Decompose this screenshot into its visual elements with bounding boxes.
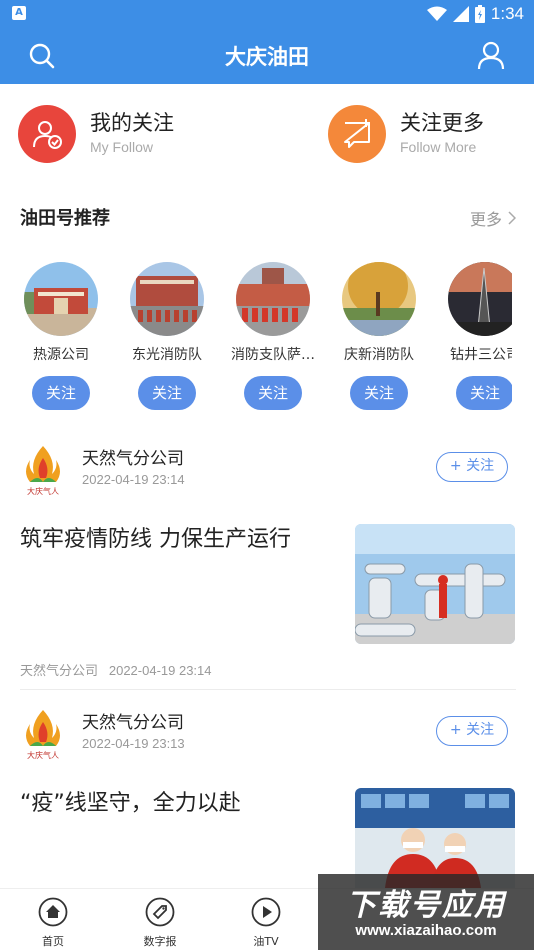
nav-tv-label: 油TV <box>253 935 279 948</box>
app-header: 大庆油田 <box>0 28 534 84</box>
account-carousel[interactable]: 热源公司 关注 东光消防队 关注 消防支队萨… 关注 庆新消防队 关注 钻井三公… <box>0 258 512 418</box>
article-card[interactable]: 筑牢疫情防线 力保生产运行 天然气分公司 2022-04-19 23:14 <box>0 522 534 686</box>
article-time: 2022-04-19 23:14 <box>108 663 212 678</box>
watermark-url: www.xiazaihao.com <box>355 922 497 939</box>
wifi-icon <box>426 6 447 21</box>
account-avatar <box>24 262 98 336</box>
more-link[interactable]: 更多 <box>470 206 516 230</box>
account-card[interactable]: 热源公司 关注 <box>11 258 111 410</box>
article-card[interactable]: “疫”线坚守，全力以赴 <box>0 786 534 888</box>
author-name: 天然气分公司 <box>82 713 184 733</box>
nav-tv[interactable]: 油TV <box>231 897 301 949</box>
account-name: 热源公司 <box>33 347 89 363</box>
clock: 1:34 <box>490 4 524 23</box>
follow-author-button[interactable]: + 关注 <box>436 452 508 482</box>
account-avatar <box>448 262 512 336</box>
page-title: 大庆油田 <box>225 45 309 69</box>
my-follow-subtitle: My Follow <box>90 139 154 155</box>
account-card[interactable]: 东光消防队 关注 <box>117 258 217 410</box>
play-icon <box>251 897 281 927</box>
notification-icon: A <box>12 6 26 20</box>
nav-digital-paper-label: 数字报 <box>143 935 177 948</box>
recommend-section-header: 油田号推荐 更多 <box>0 198 534 238</box>
article-headline: “疫”线坚守，全力以赴 <box>20 791 241 816</box>
follow-row: 我的关注 My Follow 关注更多 Follow More <box>0 84 534 184</box>
feed-author-row[interactable]: 大庆气人 天然气分公司 2022-04-19 23:13 + 关注 <box>0 702 534 766</box>
article-headline: 筑牢疫情防线 力保生产运行 <box>20 527 291 552</box>
my-follow-icon <box>18 105 76 163</box>
feed-author-row[interactable]: 大庆气人 天然气分公司 2022-04-19 23:14 + 关注 <box>0 438 534 502</box>
company-logo-icon: 大庆气人 <box>26 446 60 496</box>
account-name: 东光消防队 <box>132 347 202 363</box>
follow-more-icon <box>328 105 386 163</box>
tag-icon <box>145 897 175 927</box>
article-meta: 天然气分公司 2022-04-19 23:14 <box>20 660 212 679</box>
account-name: 庆新消防队 <box>344 347 414 363</box>
account-name: 消防支队萨… <box>231 347 315 363</box>
account-avatar <box>130 262 204 336</box>
follow-author-button[interactable]: + 关注 <box>436 716 508 746</box>
nav-home-label: 首页 <box>42 935 64 948</box>
account-card[interactable]: 消防支队萨… 关注 <box>223 258 323 410</box>
follow-button[interactable]: 关注 <box>32 376 90 410</box>
author-time: 2022-04-19 23:14 <box>82 472 185 487</box>
account-card[interactable]: 庆新消防队 关注 <box>329 258 429 410</box>
nav-home[interactable]: 首页 <box>18 897 88 949</box>
follow-more-button[interactable]: 关注更多 Follow More <box>328 104 484 164</box>
article-thumbnail <box>355 524 515 644</box>
account-name: 钻井三公司 <box>450 347 512 363</box>
my-follow-title: 我的关注 <box>90 111 174 135</box>
follow-button[interactable]: 关注 <box>350 376 408 410</box>
follow-button[interactable]: 关注 <box>138 376 196 410</box>
article-thumbnail <box>355 788 515 888</box>
account-card[interactable]: 钻井三公司 关注 <box>435 258 512 410</box>
more-label: 更多 <box>469 210 502 229</box>
nav-digital-paper[interactable]: 数字报 <box>125 897 195 949</box>
follow-more-subtitle: Follow More <box>400 139 477 155</box>
home-icon <box>38 897 68 927</box>
battery-icon <box>474 5 485 23</box>
signal-icon <box>452 6 469 22</box>
divider <box>20 689 516 690</box>
logo-text: 大庆气人 <box>27 750 59 760</box>
status-bar: A 1:34 <box>0 0 534 28</box>
company-logo-icon: 大庆气人 <box>26 710 60 760</box>
watermark: 下载号应用 www.xiazaihao.com <box>318 874 534 950</box>
follow-button[interactable]: 关注 <box>244 376 302 410</box>
account-avatar <box>236 262 310 336</box>
user-icon[interactable] <box>476 40 506 70</box>
watermark-title: 下载号应用 <box>346 888 506 923</box>
logo-text: 大庆气人 <box>27 486 59 496</box>
article-source: 天然气分公司 <box>20 663 99 678</box>
author-time: 2022-04-19 23:13 <box>82 736 185 751</box>
chevron-right-icon <box>508 211 516 225</box>
section-title: 油田号推荐 <box>20 208 110 229</box>
follow-more-title: 关注更多 <box>400 111 484 135</box>
my-follow-button[interactable]: 我的关注 My Follow <box>18 104 174 164</box>
account-avatar <box>342 262 416 336</box>
follow-button[interactable]: 关注 <box>456 376 512 410</box>
author-name: 天然气分公司 <box>82 449 184 469</box>
